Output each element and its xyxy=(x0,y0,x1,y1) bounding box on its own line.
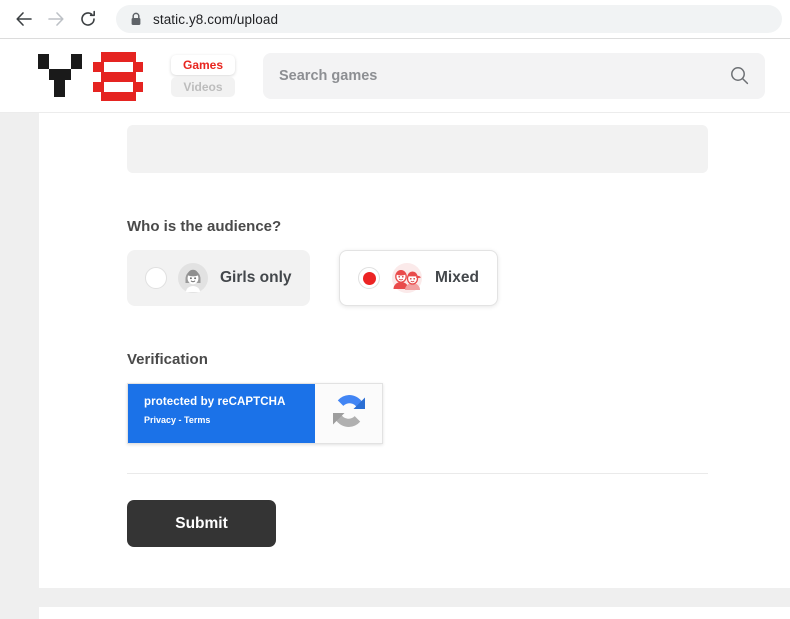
recaptcha-logo-icon xyxy=(326,388,372,439)
back-button[interactable] xyxy=(8,3,40,35)
recaptcha-title: protected by reCAPTCHA xyxy=(144,396,286,408)
recaptcha-badge[interactable]: protected by reCAPTCHA Privacy - Terms xyxy=(127,383,383,444)
upload-form: Who is the audience? Girls only Mixed Ve… xyxy=(127,125,708,547)
audience-option-mixed-label: Mixed xyxy=(435,269,479,286)
audience-option-girls-only[interactable]: Girls only xyxy=(127,250,310,306)
address-bar[interactable]: static.y8.com/upload xyxy=(116,5,782,33)
audience-options: Girls only Mixed xyxy=(127,250,708,306)
next-section-card xyxy=(39,607,790,619)
mixed-kids-avatar-icon xyxy=(391,263,423,293)
content-type-tabs: Games Videos xyxy=(171,54,235,97)
recaptcha-text-panel: protected by reCAPTCHA Privacy - Terms xyxy=(128,384,315,443)
search-icon[interactable] xyxy=(730,66,749,85)
lock-icon xyxy=(130,12,142,26)
tab-games-label: Games xyxy=(182,57,224,72)
y8-logo-icon xyxy=(38,50,143,102)
audience-option-mixed[interactable]: Mixed xyxy=(339,250,498,306)
site-header: Games Videos Search games xyxy=(0,39,790,113)
radio-girls-only[interactable] xyxy=(145,267,167,289)
reload-button[interactable] xyxy=(72,3,104,35)
tab-videos[interactable]: Videos xyxy=(171,76,235,97)
audience-option-girls-only-label: Girls only xyxy=(220,269,292,286)
forward-button[interactable] xyxy=(40,3,72,35)
y8-logo[interactable] xyxy=(38,50,143,102)
browser-toolbar: static.y8.com/upload xyxy=(0,0,790,39)
search-placeholder: Search games xyxy=(279,67,378,84)
back-arrow-icon xyxy=(14,9,34,29)
girl-avatar-icon xyxy=(178,263,208,293)
submit-button[interactable]: Submit xyxy=(127,500,276,547)
form-divider xyxy=(127,473,708,474)
verification-label: Verification xyxy=(127,351,208,368)
radio-mixed[interactable] xyxy=(358,267,380,289)
tab-games[interactable]: Games xyxy=(171,54,235,75)
reload-icon xyxy=(78,9,98,29)
url-text: static.y8.com/upload xyxy=(153,11,279,27)
forward-arrow-icon xyxy=(46,9,66,29)
search-input[interactable]: Search games xyxy=(263,52,765,99)
title-input[interactable] xyxy=(127,125,708,173)
recaptcha-logo-panel xyxy=(315,384,382,443)
audience-label: Who is the audience? xyxy=(127,218,282,235)
upload-form-card: Who is the audience? Girls only Mixed Ve… xyxy=(39,113,790,588)
tab-videos-label: Videos xyxy=(183,79,223,94)
recaptcha-privacy-terms[interactable]: Privacy - Terms xyxy=(144,415,315,425)
